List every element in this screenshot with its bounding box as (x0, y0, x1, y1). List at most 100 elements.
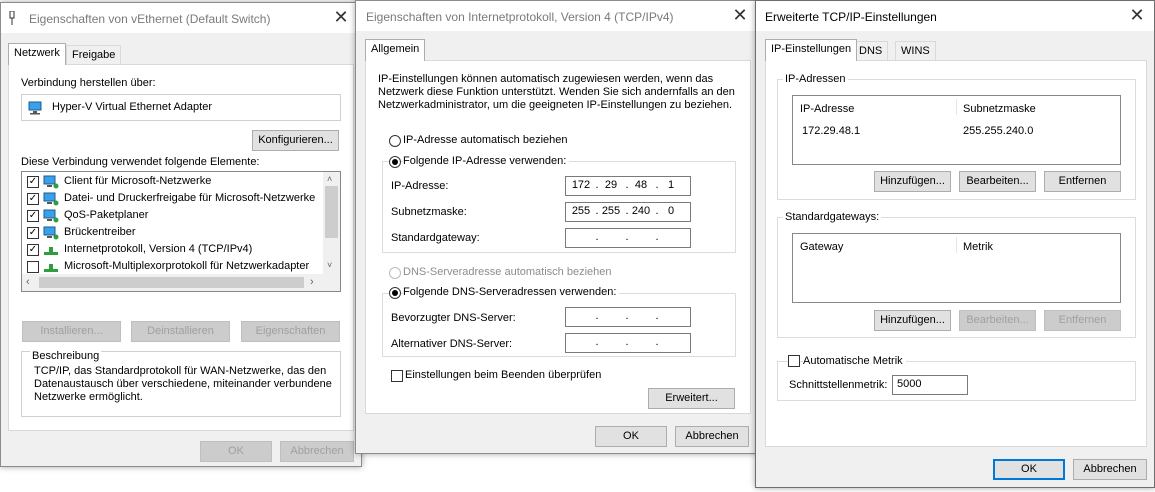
preferred-dns-label: Bevorzugter DNS-Server: (391, 312, 516, 324)
title-bar: Erweiterte TCP/IP-Einstellungen ✕ (756, 1, 1154, 31)
gateway-field[interactable]: . . . (565, 228, 691, 248)
alternate-dns-field[interactable]: . . . (565, 333, 691, 353)
edit-ip-button[interactable]: Bearbeiten... (959, 171, 1036, 192)
remove-gateway-button[interactable]: Entfernen (1044, 310, 1121, 331)
advanced-button[interactable]: Erweitert... (648, 388, 735, 409)
list-item[interactable]: ✓ Internetprotokoll, Version 4 (TCP/IPv4) (22, 241, 322, 258)
scroll-down-arrow-icon[interactable]: ˅ (327, 260, 332, 270)
auto-dns-radio[interactable] (389, 267, 401, 279)
list-item[interactable]: ✓ Brückentreiber (22, 224, 322, 241)
tab-panel-allgemein: IP-Einstellungen können automatisch zuge… (365, 60, 751, 414)
close-icon[interactable]: ✕ (331, 8, 351, 28)
validate-label: Einstellungen beim Beenden überprüfen (405, 369, 602, 381)
add-gateway-button[interactable]: Hinzufügen... (874, 310, 951, 331)
tab-netzwerk[interactable]: Netzwerk (8, 43, 66, 65)
info-line-3: Netzwerkadministrator, um die geeigneten… (378, 99, 733, 111)
window-title: Erweiterte TCP/IP-Einstellungen (765, 10, 937, 24)
column-header-mask[interactable]: Subnetzmaske (963, 103, 1036, 115)
mask-octet-2: 255 (601, 205, 621, 217)
preferred-dns-field[interactable]: . . . (565, 307, 691, 327)
tab-dns[interactable]: DNS (853, 41, 889, 61)
scroll-left-arrow-icon[interactable]: ‹ (26, 276, 30, 288)
manual-dns-radio[interactable] (389, 287, 401, 299)
ip-address-field[interactable]: 172 . 29 . 48 . 1 (565, 176, 691, 196)
cancel-button[interactable]: Abbrechen (1073, 459, 1147, 480)
connect-label: Verbindung herstellen über: (21, 77, 156, 89)
close-icon[interactable]: ✕ (1127, 6, 1147, 26)
scroll-right-arrow-icon[interactable]: › (310, 276, 314, 288)
list-item-label: Datei- und Druckerfreigabe für Microsoft… (64, 192, 316, 204)
title-bar: Eigenschaften von vEthernet (Default Swi… (1, 3, 361, 33)
list-item-checkbox[interactable]: ✓ (27, 193, 39, 205)
ipv4-properties-window: Eigenschaften von Internetprotokoll, Ver… (355, 0, 758, 454)
auto-metric-label: Automatische Metrik (803, 355, 906, 367)
scroll-up-arrow-icon[interactable]: ˄ (327, 174, 332, 184)
ip-octet-2: 29 (604, 179, 618, 191)
list-item[interactable]: ✓ Datei- und Druckerfreigabe für Microsof… (22, 190, 322, 207)
horizontal-scrollbar[interactable]: ‹ › (22, 274, 340, 291)
list-item-checkbox[interactable]: ✓ (27, 176, 39, 188)
ok-button[interactable]: OK (200, 441, 272, 462)
manual-ip-radio[interactable] (389, 156, 401, 168)
network-client-icon (43, 175, 59, 189)
window-title: Eigenschaften von Internetprotokoll, Ver… (366, 10, 674, 24)
configure-button[interactable]: Konfigurieren... (252, 130, 339, 151)
info-line-1: IP-Einstellungen können automatisch zuge… (378, 73, 714, 85)
column-header-gateway[interactable]: Gateway (800, 241, 843, 253)
edit-gateway-button[interactable]: Bearbeiten... (959, 310, 1036, 331)
list-item[interactable]: ✓ Client für Microsoft-Netzwerke (22, 173, 322, 190)
network-service-icon (43, 192, 59, 206)
auto-dns-label: DNS-Serveradresse automatisch beziehen (403, 266, 612, 278)
list-item[interactable]: ✓ QoS-Paketplaner (22, 207, 322, 224)
install-button[interactable]: Installieren... (22, 321, 121, 342)
alternate-dns-label: Alternativer DNS-Server: (391, 338, 513, 350)
ip-octet-1: 172 (571, 179, 591, 191)
ip-dot: . (625, 310, 629, 322)
tab-freigabe[interactable]: Freigabe (66, 45, 122, 65)
list-item-checkbox[interactable]: ✓ (27, 210, 39, 222)
cancel-button[interactable]: Abbrechen (675, 426, 749, 447)
scroll-thumb[interactable] (325, 186, 338, 238)
column-divider (956, 237, 957, 253)
tab-wins[interactable]: WINS (895, 41, 936, 61)
close-icon[interactable]: ✕ (730, 6, 750, 26)
table-row-ip[interactable]: 172.29.48.1 (802, 125, 860, 137)
column-divider (956, 99, 957, 115)
description-line-1: TCP/IP, das Standardprotokoll für WAN-Ne… (34, 365, 327, 377)
add-ip-button[interactable]: Hinzufügen... (874, 171, 951, 192)
auto-ip-radio[interactable] (389, 135, 401, 147)
adapter-box: Hyper-V Virtual Ethernet Adapter (21, 94, 341, 121)
uninstall-button[interactable]: Deinstallieren (131, 321, 230, 342)
title-bar: Eigenschaften von Internetprotokoll, Ver… (356, 1, 757, 31)
list-item[interactable]: Microsoft-Multiplexorprotokoll für Netzw… (22, 258, 322, 275)
subnet-mask-label: Subnetzmaske: (391, 206, 467, 218)
ok-button[interactable]: OK (595, 426, 667, 447)
column-header-ip[interactable]: IP-Adresse (800, 103, 854, 115)
ip-dot: . (655, 310, 659, 322)
vertical-scrollbar[interactable]: ˄ ˅ (323, 172, 340, 274)
list-item-checkbox[interactable] (27, 261, 39, 273)
monitor-network-icon (28, 101, 42, 115)
properties-button[interactable]: Eigenschaften (241, 321, 340, 342)
table-row-mask[interactable]: 255.255.240.0 (963, 125, 1033, 137)
ip-dot: . (625, 231, 629, 243)
column-header-metric[interactable]: Metrik (963, 241, 993, 253)
scroll-thumb-horizontal[interactable] (39, 277, 304, 288)
ok-button[interactable]: OK (993, 459, 1065, 480)
ip-address-table[interactable]: IP-Adresse Subnetzmaske 172.29.48.1 255.… (792, 95, 1121, 165)
list-item-checkbox[interactable]: ✓ (27, 244, 39, 256)
auto-metric-checkbox[interactable] (788, 355, 800, 367)
cancel-button[interactable]: Abbrechen (280, 441, 354, 462)
protocol-icon (44, 264, 58, 272)
remove-ip-button[interactable]: Entfernen (1044, 171, 1121, 192)
tab-ip-settings[interactable]: IP-Einstellungen (765, 39, 858, 61)
list-item-checkbox[interactable]: ✓ (27, 227, 39, 239)
description-line-3: Netzwerke ermöglicht. (34, 391, 143, 403)
gateway-table[interactable]: Gateway Metrik (792, 233, 1121, 303)
validate-checkbox[interactable] (391, 370, 403, 382)
subnet-mask-field[interactable]: 255 . 255 . 240 . 0 (565, 202, 691, 222)
elements-list[interactable]: ✓ Client für Microsoft-Netzwerke ✓ Datei- u… (21, 171, 341, 292)
ip-address-label: IP-Adresse: (391, 180, 449, 192)
interface-metric-input[interactable]: 5000 (892, 375, 968, 395)
tab-allgemein[interactable]: Allgemein (365, 39, 426, 61)
